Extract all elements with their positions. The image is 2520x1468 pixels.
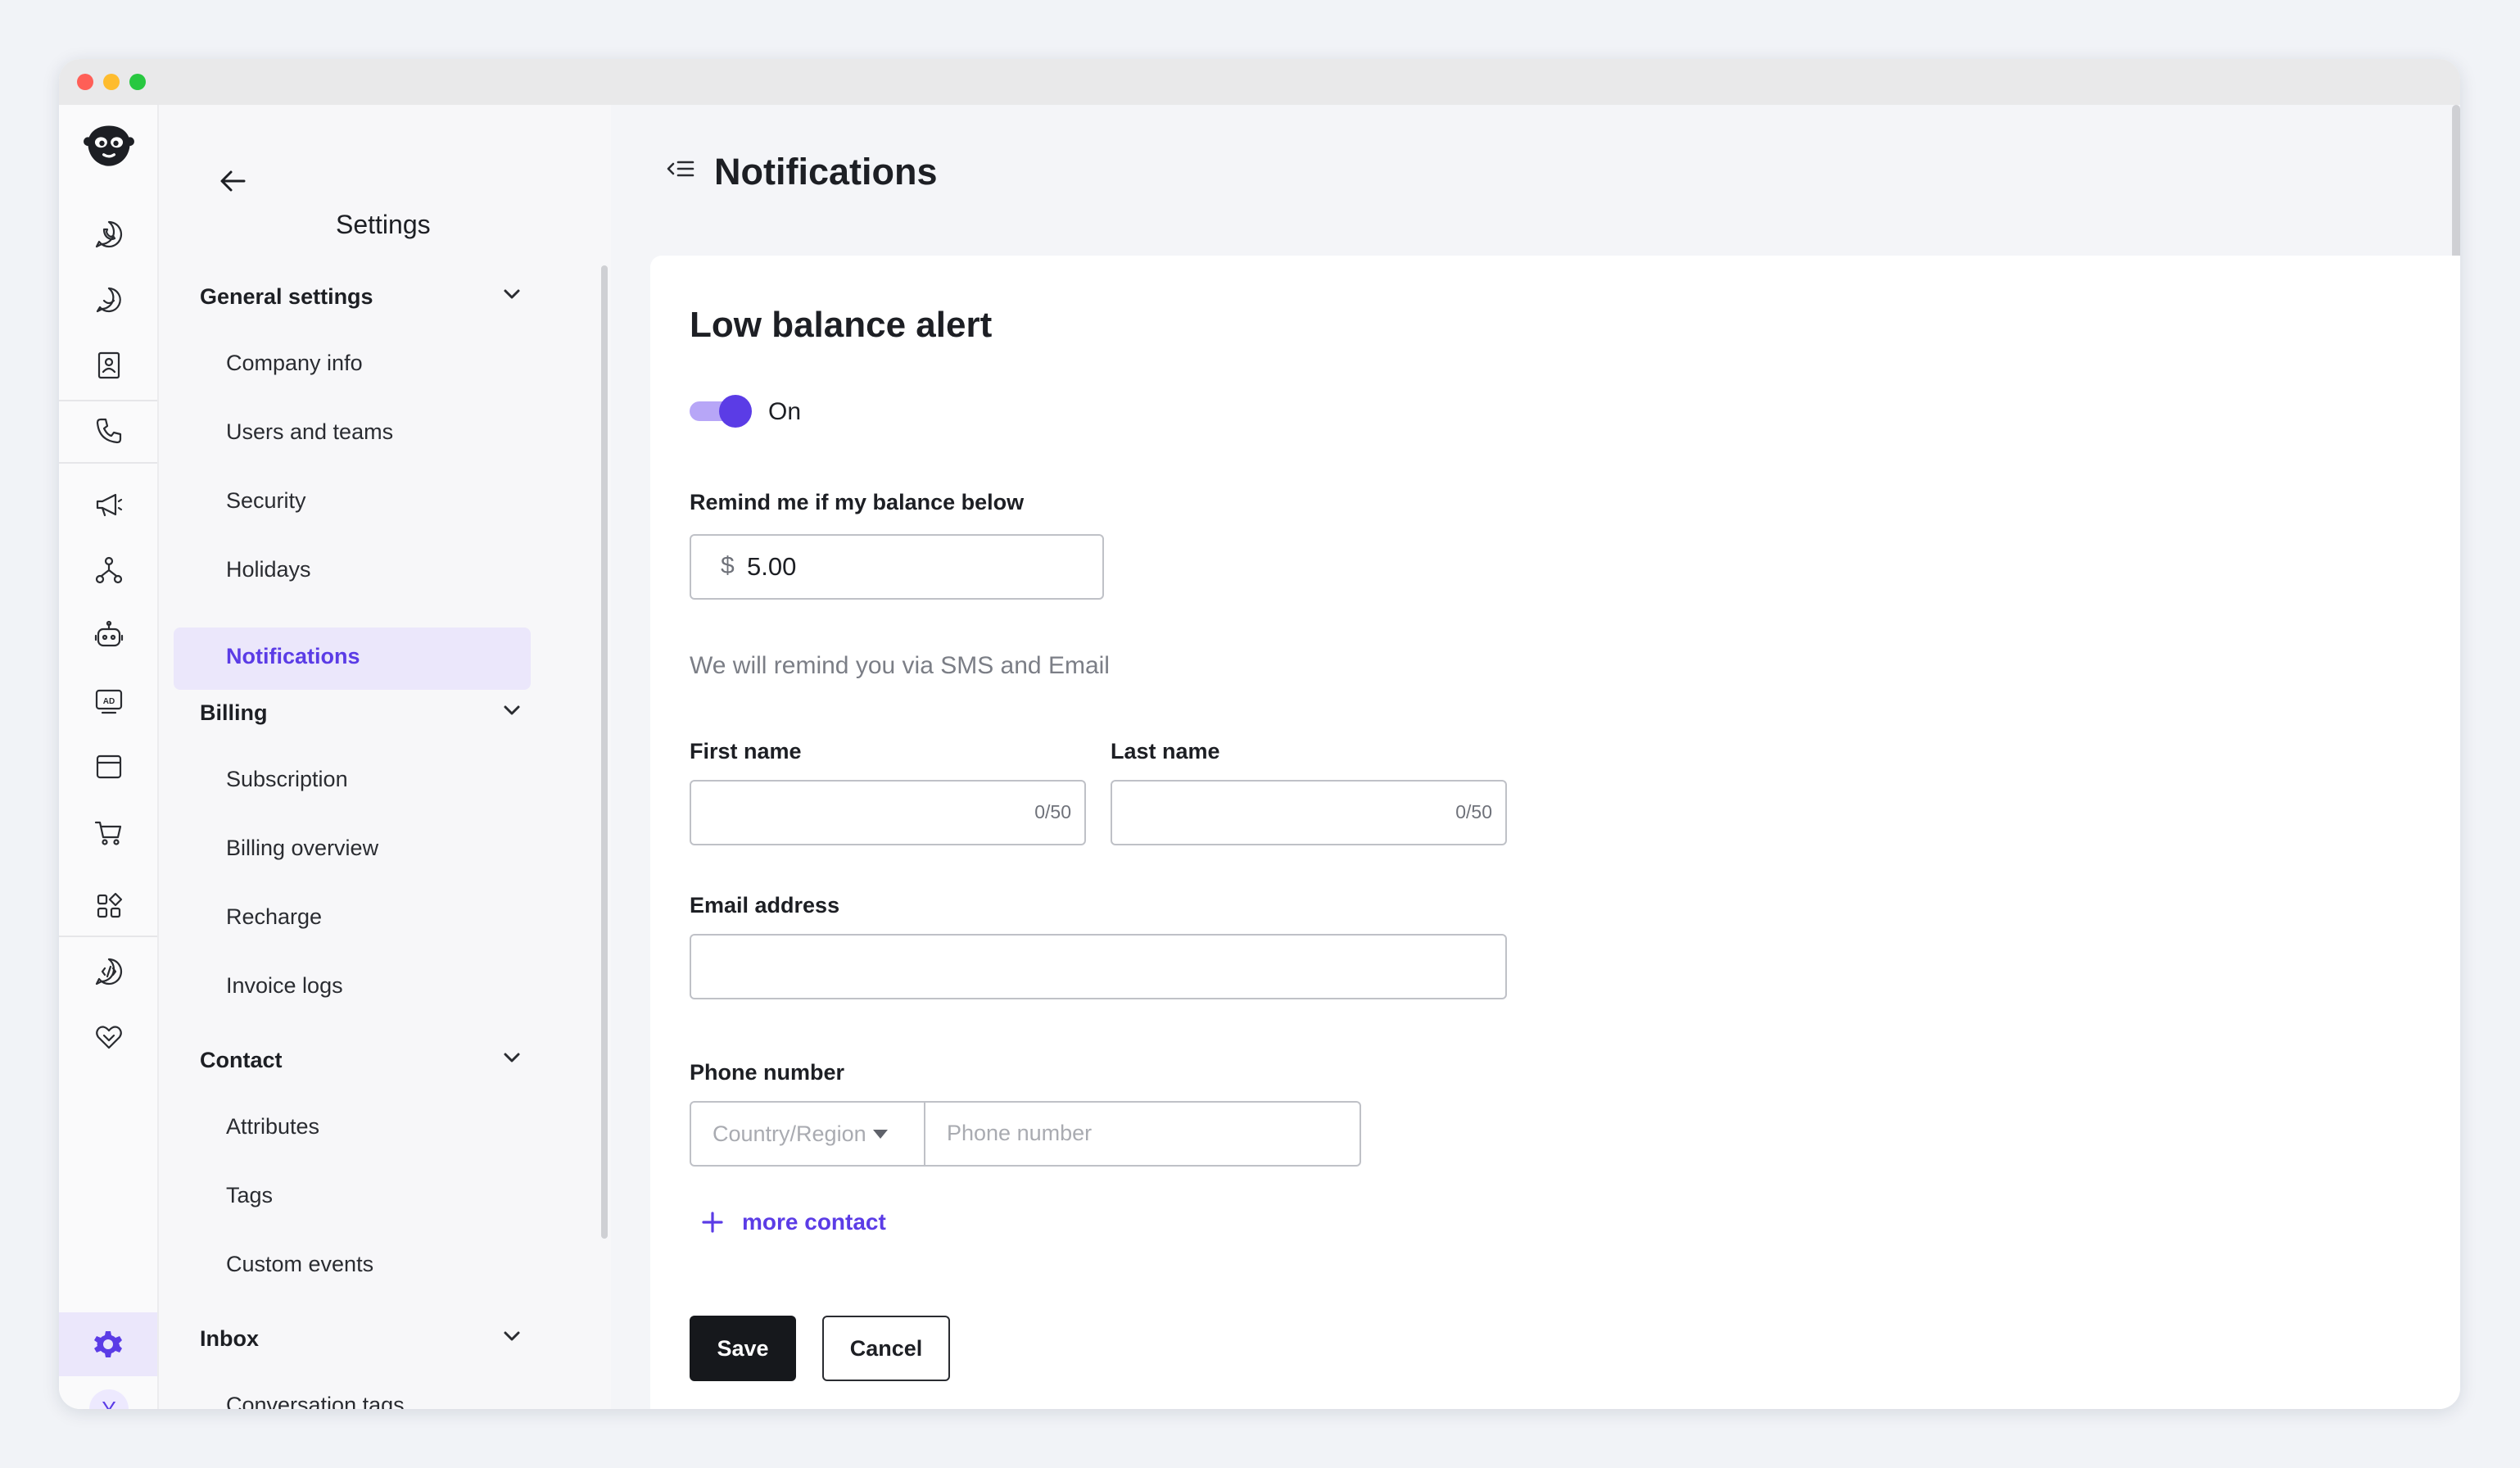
low-balance-toggle[interactable] (690, 395, 752, 428)
nav-section-label: General settings (200, 283, 373, 309)
toggle-label: On (768, 398, 802, 425)
nav-header (218, 162, 249, 203)
chat-icon[interactable] (84, 275, 133, 324)
phone-field-group: Country/Region Phone number (690, 1101, 1361, 1167)
nav-section-billing[interactable]: Billing (200, 696, 524, 729)
balance-input[interactable]: $ 5.00 (690, 534, 1104, 600)
nav-item-security[interactable]: Security (226, 488, 306, 514)
arrow-left-icon[interactable] (218, 165, 249, 201)
nav-item-holidays[interactable]: Holidays (226, 557, 311, 582)
save-button[interactable]: Save (690, 1316, 796, 1381)
nav-item-conversation-tags[interactable]: Conversation tags (226, 1393, 405, 1409)
chevron-down-icon (500, 698, 524, 728)
last-name-counter: 0/50 (1455, 801, 1492, 822)
collapse-menu-icon[interactable] (663, 154, 696, 191)
megaphone-icon[interactable] (84, 480, 133, 529)
last-name-label: Last name (1111, 739, 1220, 763)
nav-item-custom-events[interactable]: Custom events (226, 1252, 373, 1277)
nav-item-subscription[interactable]: Subscription (226, 767, 348, 792)
heart-icon[interactable] (84, 1013, 133, 1062)
cart-icon[interactable] (84, 808, 133, 857)
country-region-select[interactable]: Country/Region (691, 1103, 925, 1165)
first-name-label: First name (690, 739, 802, 763)
first-name-counter: 0/50 (1034, 801, 1071, 822)
page-title: Notifications (714, 151, 938, 193)
card-title: Low balance alert (690, 305, 993, 345)
avatar[interactable]: Y (89, 1389, 129, 1409)
minimize-window-button[interactable] (103, 74, 120, 90)
nav-section-label: Billing (200, 700, 268, 725)
nav-item-notifications-label: Notifications (226, 644, 360, 668)
whatsapp-icon[interactable] (84, 210, 133, 259)
nav-item-invoice-logs[interactable]: Invoice logs (226, 973, 343, 999)
apps-icon[interactable] (84, 881, 133, 931)
chevron-down-icon (500, 1324, 524, 1354)
nav-item-attributes[interactable]: Attributes (226, 1114, 319, 1140)
email-field[interactable] (690, 934, 1507, 999)
nav-item-users-and-teams[interactable]: Users and teams (226, 419, 393, 445)
brand-logo-icon[interactable] (77, 113, 141, 177)
page-header: Notifications (663, 151, 938, 193)
nav-item-billing-overview[interactable]: Billing overview (226, 836, 378, 861)
more-contact-button[interactable]: more contact (701, 1209, 886, 1235)
title-bar (59, 59, 2460, 105)
nav-section-general-settings[interactable]: General settings (200, 280, 524, 313)
low-balance-card: Low balance alert On Remind me if my bal… (650, 256, 2460, 1409)
chevron-down-icon (500, 282, 524, 312)
bot-icon[interactable] (84, 611, 133, 660)
phone-number-input[interactable]: Phone number (947, 1121, 1092, 1146)
nav-scrollbar[interactable] (601, 265, 608, 1239)
nav-section-label: Contact (200, 1047, 283, 1072)
cancel-button[interactable]: Cancel (822, 1316, 950, 1381)
app-window: AD Y Settings General settings Company i… (59, 59, 2460, 1409)
nav-section-contact[interactable]: Contact (200, 1044, 524, 1076)
reminder-hint: We will remind you via SMS and Email (690, 652, 1110, 679)
email-label: Email address (690, 893, 840, 918)
svg-text:AD: AD (103, 697, 115, 706)
phone-icon[interactable] (84, 406, 133, 455)
window-icon[interactable] (84, 742, 133, 791)
nav-section-inbox[interactable]: Inbox (200, 1322, 524, 1355)
more-contact-label: more contact (742, 1209, 886, 1235)
plus-icon (702, 1212, 723, 1233)
settings-icon[interactable] (59, 1312, 157, 1376)
maximize-window-button[interactable] (129, 74, 146, 90)
chevron-down-icon (500, 1045, 524, 1076)
balance-label: Remind me if my balance below (690, 490, 1025, 514)
balance-value: 5.00 (747, 552, 797, 581)
settings-title: Settings (336, 210, 431, 239)
flow-icon[interactable] (84, 546, 133, 595)
nav-section-label: Inbox (200, 1325, 259, 1351)
last-name-field[interactable]: 0/50 (1111, 780, 1507, 845)
nav-item-recharge[interactable]: Recharge (226, 904, 322, 930)
contacts-icon[interactable] (84, 341, 133, 390)
currency-prefix: $ (721, 552, 735, 579)
main-content: Notifications Low balance alert On Remin… (611, 105, 2460, 1409)
nav-item-company-info[interactable]: Company info (226, 351, 363, 376)
ad-icon[interactable]: AD (84, 677, 133, 726)
close-window-button[interactable] (77, 74, 93, 90)
developer-icon[interactable] (84, 947, 133, 996)
caret-down-icon (872, 1129, 888, 1139)
nav-item-tags[interactable]: Tags (226, 1183, 273, 1208)
toggle-knob (719, 395, 752, 428)
first-name-field[interactable]: 0/50 (690, 780, 1086, 845)
icon-rail: AD Y (59, 105, 159, 1409)
phone-label: Phone number (690, 1060, 845, 1085)
country-placeholder: Country/Region (713, 1121, 866, 1146)
settings-nav: Settings General settings Company info U… (159, 105, 611, 1409)
